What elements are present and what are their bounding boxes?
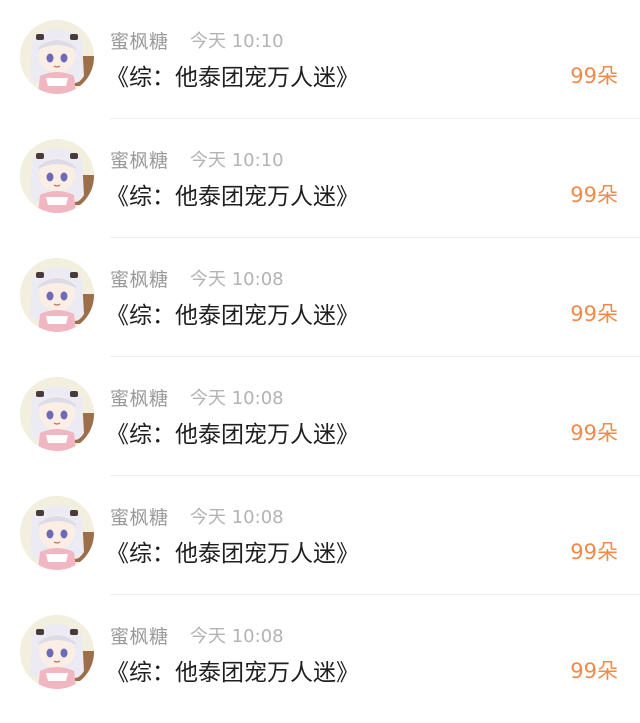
timestamp: 今天 10:08 — [190, 269, 284, 290]
sender-name: 蜜枫糖 — [110, 507, 169, 529]
gift-amount: 99朵 — [570, 421, 618, 445]
book-title[interactable]: 《综：他泰团宠万人迷》 — [106, 534, 359, 568]
sender-name: 蜜枫糖 — [110, 626, 169, 648]
anime-girl-avatar-icon[interactable] — [20, 20, 94, 94]
sender-name: 蜜枫糖 — [110, 31, 169, 53]
list-item[interactable]: 蜜枫糖 今天 10:08 《综：他泰团宠万人迷》 99朵 — [0, 595, 640, 714]
timestamp: 今天 10:08 — [190, 507, 284, 528]
anime-girl-avatar-icon[interactable] — [20, 377, 94, 451]
gift-record-list: 蜜枫糖 今天 10:10 《综：他泰团宠万人迷》 99朵 蜜枫糖 今天 10:1… — [0, 0, 640, 723]
anime-girl-avatar-icon[interactable] — [20, 258, 94, 332]
timestamp: 今天 10:10 — [190, 31, 284, 52]
anime-girl-avatar-icon[interactable] — [20, 615, 94, 689]
gift-amount: 99朵 — [570, 183, 618, 207]
sender-name: 蜜枫糖 — [110, 388, 169, 410]
timestamp: 今天 10:08 — [190, 626, 284, 647]
timestamp: 今天 10:10 — [190, 150, 284, 171]
anime-girl-avatar-icon[interactable] — [20, 139, 94, 213]
book-title[interactable]: 《综：他泰团宠万人迷》 — [106, 415, 359, 449]
gift-amount: 99朵 — [570, 302, 618, 326]
sender-name: 蜜枫糖 — [110, 269, 169, 291]
list-item[interactable]: 蜜枫糖 今天 10:10 《综：他泰团宠万人迷》 99朵 — [0, 119, 640, 238]
gift-amount: 99朵 — [570, 659, 618, 683]
sender-name: 蜜枫糖 — [110, 150, 169, 172]
timestamp: 今天 10:08 — [190, 388, 284, 409]
list-item[interactable]: 蜜枫糖 今天 10:10 《综：他泰团宠万人迷》 99朵 — [0, 0, 640, 119]
book-title[interactable]: 《综：他泰团宠万人迷》 — [106, 177, 359, 211]
list-item[interactable]: 蜜枫糖 今天 10:08 《综：他泰团宠万人迷》 99朵 — [0, 238, 640, 357]
book-title[interactable]: 《综：他泰团宠万人迷》 — [106, 653, 359, 687]
book-title[interactable]: 《综：他泰团宠万人迷》 — [106, 296, 359, 330]
book-title[interactable]: 《综：他泰团宠万人迷》 — [106, 58, 359, 92]
list-item[interactable]: 蜜枫糖 今天 10:08 《综：他泰团宠万人迷》 99朵 — [0, 476, 640, 595]
anime-girl-avatar-icon[interactable] — [20, 496, 94, 570]
list-item[interactable]: 蜜枫糖 今天 10:08 《综：他泰团宠万人迷》 99朵 — [0, 357, 640, 476]
gift-amount: 99朵 — [570, 64, 618, 88]
gift-amount: 99朵 — [570, 540, 618, 564]
